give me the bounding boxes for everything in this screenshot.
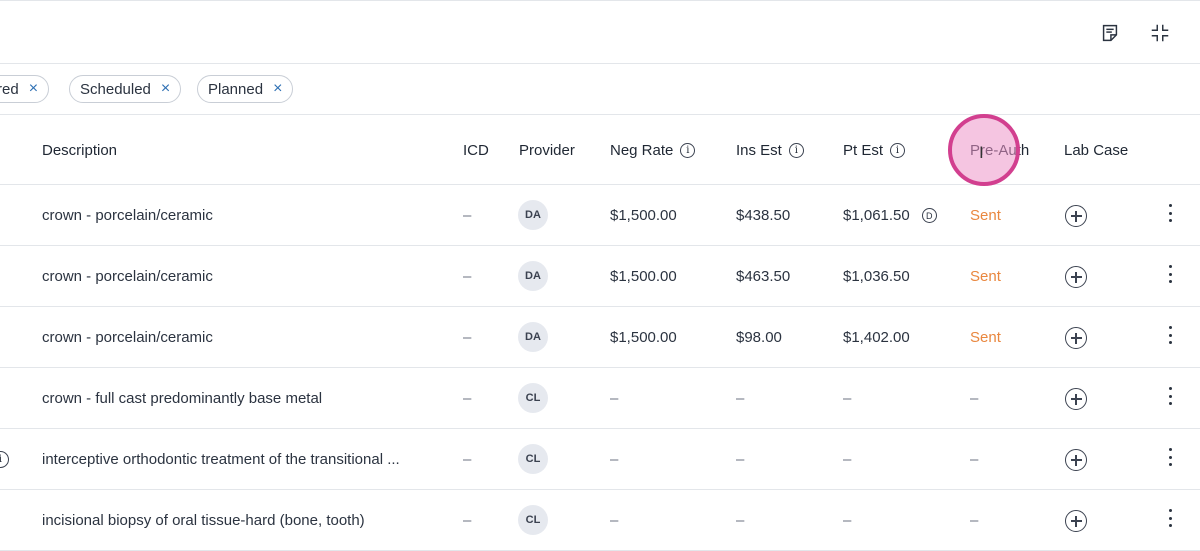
- table-header: Description ICD Provider Neg Rate i Ins …: [0, 115, 1200, 185]
- column-header-label: Pt Est: [843, 142, 884, 159]
- neg-rate-cell: $1,500.00: [610, 329, 677, 346]
- pt-est-cell: –: [843, 451, 852, 468]
- description-cell: crown - porcelain/ceramic: [42, 268, 213, 285]
- column-header-pt-est[interactable]: Pt Est i: [843, 142, 906, 159]
- pre-auth-status: –: [970, 451, 979, 468]
- discount-badge-icon[interactable]: D: [921, 208, 937, 223]
- table-row[interactable]: incisional biopsy of oral tissue-hard (b…: [0, 490, 1200, 551]
- ins-est-cell: –: [736, 390, 745, 407]
- icd-cell: –: [463, 329, 472, 346]
- description-cell: crown - porcelain/ceramic: [42, 329, 213, 346]
- description-cell: interceptive orthodontic treatment of th…: [42, 451, 400, 468]
- pt-est-cell: $1,402.00: [843, 329, 910, 346]
- add-lab-case-icon[interactable]: [1065, 449, 1087, 471]
- provider-avatar[interactable]: CL: [518, 383, 548, 413]
- provider-avatar[interactable]: DA: [518, 322, 548, 352]
- provider-avatar[interactable]: DA: [518, 261, 548, 291]
- pt-est-cell: $1,036.50: [843, 268, 910, 285]
- pre-auth-status: –: [970, 512, 979, 529]
- column-header-ins-est[interactable]: Ins Est i: [736, 142, 804, 159]
- neg-rate-cell: $1,500.00: [610, 268, 677, 285]
- add-lab-case-icon[interactable]: [1065, 205, 1087, 227]
- table-row[interactable]: crown - porcelain/ceramic – DA $1,500.00…: [0, 246, 1200, 307]
- column-header-provider[interactable]: Provider: [519, 142, 575, 159]
- column-header-icd[interactable]: ICD: [463, 142, 489, 159]
- collapse-icon[interactable]: [1148, 21, 1172, 45]
- info-icon[interactable]: i: [680, 143, 696, 158]
- add-lab-case-icon[interactable]: [1065, 327, 1087, 349]
- provider-avatar[interactable]: CL: [518, 444, 548, 474]
- filter-chip: red ×: [0, 75, 50, 103]
- ins-est-cell: $438.50: [736, 207, 791, 224]
- pt-est-cell: $1,061.50 D: [843, 207, 937, 224]
- description-cell: crown - full cast predominantly base met…: [42, 390, 323, 407]
- filter-chip-scheduled: Scheduled ×: [69, 75, 182, 103]
- description-cell: crown - porcelain/ceramic: [42, 207, 213, 224]
- close-icon[interactable]: ×: [161, 81, 170, 97]
- column-header-description[interactable]: Description: [42, 142, 117, 159]
- ins-est-cell: $98.00: [736, 329, 782, 346]
- neg-rate-cell: –: [610, 512, 619, 529]
- provider-avatar[interactable]: CL: [518, 505, 548, 535]
- pre-auth-status[interactable]: Sent: [970, 268, 1001, 285]
- icd-cell: –: [463, 390, 472, 407]
- provider-avatar[interactable]: DA: [518, 200, 548, 230]
- filter-chip-label: red: [0, 80, 19, 98]
- filter-chip-label: Scheduled: [80, 80, 151, 98]
- column-header-label: Ins Est: [736, 142, 782, 159]
- table-row[interactable]: crown - full cast predominantly base met…: [0, 368, 1200, 429]
- column-header-label: Neg Rate: [610, 142, 674, 159]
- icd-cell: –: [463, 268, 472, 285]
- table-row[interactable]: crown - porcelain/ceramic – DA $1,500.00…: [0, 185, 1200, 246]
- info-icon[interactable]: i: [890, 143, 906, 158]
- pt-est-cell: –: [843, 390, 852, 407]
- neg-rate-cell: –: [610, 390, 619, 407]
- more-options-icon[interactable]: [1164, 263, 1176, 285]
- close-icon[interactable]: ×: [273, 81, 282, 97]
- ins-est-cell: $463.50: [736, 268, 791, 285]
- column-header-neg-rate[interactable]: Neg Rate i: [610, 142, 696, 159]
- description-cell: incisional biopsy of oral tissue-hard (b…: [42, 512, 365, 529]
- filter-chip-label: Planned: [208, 80, 264, 98]
- pre-auth-status: –: [970, 390, 979, 407]
- info-icon[interactable]: i: [788, 143, 804, 158]
- ins-est-cell: –: [736, 512, 745, 529]
- pre-auth-status[interactable]: Sent: [970, 207, 1001, 224]
- more-options-icon[interactable]: [1164, 202, 1176, 224]
- top-toolbar: [0, 0, 1200, 64]
- column-header-lab-case[interactable]: Lab Case: [1064, 142, 1128, 159]
- filter-chips-bar: red × Scheduled × Planned ×: [0, 64, 1200, 115]
- notes-icon[interactable]: [1098, 21, 1122, 45]
- neg-rate-cell: $1,500.00: [610, 207, 677, 224]
- column-header-pre-auth[interactable]: Pre-Auth: [970, 142, 1029, 159]
- table-row[interactable]: crown - porcelain/ceramic – DA $1,500.00…: [0, 307, 1200, 368]
- pt-est-cell: –: [843, 512, 852, 529]
- pt-est-value: $1,061.50: [843, 207, 910, 224]
- close-icon[interactable]: ×: [29, 81, 38, 97]
- neg-rate-cell: –: [610, 451, 619, 468]
- add-lab-case-icon[interactable]: [1065, 266, 1087, 288]
- info-icon[interactable]: i: [0, 451, 9, 468]
- more-options-icon[interactable]: [1164, 324, 1176, 346]
- icd-cell: –: [463, 451, 472, 468]
- filter-chip-planned: Planned ×: [197, 75, 294, 103]
- icd-cell: –: [463, 512, 472, 529]
- table-row[interactable]: i interceptive orthodontic treatment of …: [0, 429, 1200, 490]
- more-options-icon[interactable]: [1164, 507, 1176, 529]
- icd-cell: –: [463, 207, 472, 224]
- pre-auth-status[interactable]: Sent: [970, 329, 1001, 346]
- more-options-icon[interactable]: [1164, 385, 1176, 407]
- ins-est-cell: –: [736, 451, 745, 468]
- more-options-icon[interactable]: [1164, 446, 1176, 468]
- add-lab-case-icon[interactable]: [1065, 388, 1087, 410]
- add-lab-case-icon[interactable]: [1065, 510, 1087, 532]
